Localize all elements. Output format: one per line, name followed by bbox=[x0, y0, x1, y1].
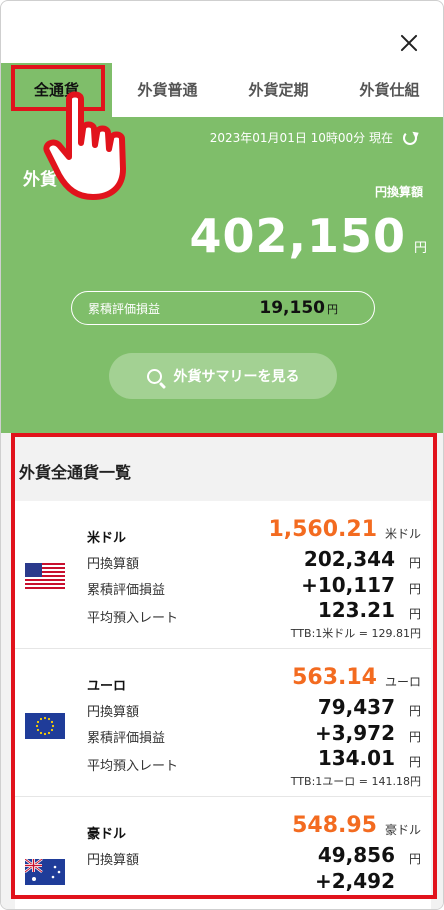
datetime-text: 2023年01月01日 10時00分 現在 bbox=[209, 131, 393, 145]
search-icon bbox=[146, 368, 162, 384]
refresh-icon[interactable] bbox=[403, 130, 417, 145]
total-amount-unit: 円 bbox=[413, 241, 427, 256]
pointing-hand-icon bbox=[43, 91, 126, 200]
close-icon[interactable] bbox=[397, 31, 421, 55]
view-summary-button[interactable]: 外貨サマリーを見る bbox=[109, 353, 337, 399]
tab-foreign-time-deposit[interactable]: 外貨定期 bbox=[223, 63, 334, 117]
total-amount: 402,150 円 bbox=[189, 209, 427, 263]
profit-loss-value: 19,150 円 bbox=[259, 298, 338, 318]
profit-loss-number: 19,150 bbox=[259, 298, 325, 318]
total-amount-value: 402,150 bbox=[189, 209, 406, 263]
view-summary-label: 外貨サマリーを見る bbox=[173, 369, 300, 385]
conversion-label: 円換算額 bbox=[374, 185, 423, 199]
profit-loss-unit: 円 bbox=[327, 303, 338, 316]
highlight-list-box bbox=[11, 433, 437, 899]
app-frame: 全通貨 外貨普通 外貨定期 外貨仕組 2023年01月01日 10時00分 現在… bbox=[0, 0, 444, 910]
datetime-row: 2023年01月01日 10時00分 現在 bbox=[210, 129, 417, 146]
profit-loss-label: 累積評価損益 bbox=[88, 301, 161, 316]
profit-loss-pill: 累積評価損益 19,150 円 bbox=[71, 291, 375, 325]
tab-foreign-structured[interactable]: 外貨仕組 bbox=[334, 63, 443, 117]
